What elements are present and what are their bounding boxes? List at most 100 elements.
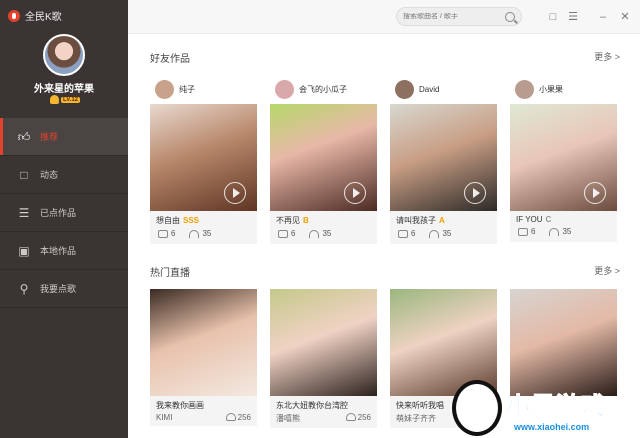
monitor-icon: ▣ xyxy=(18,243,30,258)
play-icon[interactable] xyxy=(224,182,246,204)
song-list-icon: ☰ xyxy=(18,205,30,220)
friend-work-card[interactable]: 纯子 想自由 SSS 6 35 xyxy=(150,75,257,244)
card-username: David xyxy=(419,85,440,94)
comment-count: 6 xyxy=(531,227,536,236)
sidebar-item-label: 动态 xyxy=(40,170,59,180)
microphone-icon: ⚲ xyxy=(19,281,29,296)
comment-icon xyxy=(278,229,288,238)
play-icon[interactable] xyxy=(464,182,486,204)
user-avatar[interactable] xyxy=(43,34,85,76)
app-logo-icon xyxy=(8,9,20,22)
grade-badge: SSS xyxy=(183,216,200,225)
live-cover-image[interactable] xyxy=(270,289,377,396)
comment-icon xyxy=(158,229,168,238)
live-title: 我来教你画画 xyxy=(156,401,204,410)
watermark-text: 小黑游戏 xyxy=(506,393,606,421)
card-user[interactable]: 小果果 xyxy=(510,75,617,104)
level-badge: LV.12 xyxy=(50,95,81,104)
listen-count: 35 xyxy=(202,229,212,238)
card-title: 不再见 B xyxy=(270,211,377,226)
live-card[interactable]: 东北大妞教你台湾腔 潘嘻熊 256 xyxy=(270,289,377,428)
sidebar-item-label: 已点作品 xyxy=(40,208,77,218)
song-name: 不再见 xyxy=(276,216,300,225)
sidebar-item-request-song[interactable]: ⚲ 我要点歌 xyxy=(0,270,128,308)
card-title: 请叫我孩子 A xyxy=(390,211,497,226)
app-title: 全民K歌 xyxy=(8,8,62,23)
sidebar-item-local[interactable]: ▣ 本地作品 xyxy=(0,232,128,270)
section-title: 好友作品 xyxy=(150,54,190,65)
search-icon[interactable] xyxy=(505,11,515,22)
avatar[interactable] xyxy=(515,80,534,99)
avatar[interactable] xyxy=(275,80,294,99)
card-username: 纯子 xyxy=(179,85,195,94)
sidebar-nav: 👍︎ 推荐 □ 动态 ☰ 已点作品 ▣ 本地作品 ⚲ 我要点歌 xyxy=(0,118,128,308)
watermark-url: www.xiaohei.com xyxy=(514,422,590,432)
headphones-icon xyxy=(429,229,440,238)
card-user[interactable]: David xyxy=(390,75,497,104)
sidebar-item-recommend[interactable]: 👍︎ 推荐 xyxy=(0,118,128,156)
card-user[interactable]: 会飞的小瓜子 xyxy=(270,75,377,104)
card-stats: 6 35 xyxy=(150,226,257,244)
chat-bubble-icon: □ xyxy=(20,167,28,182)
comment-count: 6 xyxy=(171,229,176,238)
viewer-count: 256 xyxy=(237,413,251,422)
panda-logo-icon xyxy=(452,380,502,436)
avatar[interactable] xyxy=(155,80,174,99)
live-meta: 潘嘻熊 256 xyxy=(270,413,377,428)
card-username: 小果果 xyxy=(539,85,563,94)
live-meta: KIMI 256 xyxy=(150,413,257,426)
message-icon[interactable]: □ xyxy=(546,10,560,24)
app-title-text: 全民K歌 xyxy=(25,12,62,23)
headphones-icon xyxy=(549,227,560,236)
grade-badge: C xyxy=(545,215,552,224)
friend-work-card[interactable]: 小果果 IF YOU C 6 35 xyxy=(510,75,617,242)
live-card[interactable]: 我来教你画画 KIMI 256 xyxy=(150,289,257,426)
username[interactable]: 外来星的苹果 xyxy=(0,80,128,95)
menu-icon[interactable]: ☰ xyxy=(566,10,580,24)
play-icon[interactable] xyxy=(584,182,606,204)
section-title: 热门直播 xyxy=(150,268,190,279)
headphones-icon xyxy=(189,229,200,238)
friend-work-card[interactable]: 会飞的小瓜子 不再见 B 6 35 xyxy=(270,75,377,244)
headphones-icon xyxy=(309,229,320,238)
listen-count: 35 xyxy=(562,227,572,236)
friend-work-card[interactable]: David 请叫我孩子 A 6 35 xyxy=(390,75,497,244)
comment-count: 6 xyxy=(291,229,296,238)
play-icon[interactable] xyxy=(344,182,366,204)
avatar[interactable] xyxy=(395,80,414,99)
live-title: 东北大妞教你台湾腔 xyxy=(276,401,348,410)
live-more-link[interactable]: 更多 > xyxy=(594,264,620,279)
listen-count: 35 xyxy=(442,229,452,238)
viewers-icon xyxy=(345,413,356,421)
card-title: IF YOU C xyxy=(510,211,617,224)
listen-count: 35 xyxy=(322,229,332,238)
level-text: LV.12 xyxy=(61,96,81,103)
live-host: KIMI xyxy=(156,413,173,422)
comment-icon xyxy=(398,229,408,238)
work-cover-image[interactable] xyxy=(270,104,377,211)
grade-badge: B xyxy=(303,216,309,225)
viewer-count: 256 xyxy=(357,413,371,422)
work-cover-image[interactable] xyxy=(390,104,497,211)
grade-badge: A xyxy=(439,216,445,225)
work-cover-image[interactable] xyxy=(510,104,617,211)
friends-more-link[interactable]: 更多 > xyxy=(594,50,620,65)
sidebar-item-label: 我要点歌 xyxy=(40,284,77,294)
sidebar-item-feed[interactable]: □ 动态 xyxy=(0,156,128,194)
card-user[interactable]: 纯子 xyxy=(150,75,257,104)
thumbs-up-icon: 👍︎ xyxy=(17,129,31,144)
sidebar: 全民K歌 外来星的苹果 LV.12 👍︎ 推荐 □ 动态 ☰ 已点作品 ▣ 本地… xyxy=(0,0,128,438)
work-cover-image[interactable] xyxy=(150,104,257,211)
live-cover-image[interactable] xyxy=(150,289,257,396)
card-stats: 6 35 xyxy=(510,224,617,242)
live-section-header: 热门直播 更多 > xyxy=(150,264,620,279)
sidebar-item-requested[interactable]: ☰ 已点作品 xyxy=(0,194,128,232)
watermark: 小黑游戏 www.xiaohei.com xyxy=(452,380,640,438)
friends-section-header: 好友作品 更多 > xyxy=(150,50,620,65)
search-input[interactable] xyxy=(403,13,503,20)
sidebar-item-label: 本地作品 xyxy=(40,246,77,256)
song-name: IF YOU xyxy=(516,215,543,224)
minimize-icon[interactable]: – xyxy=(596,10,610,24)
search-box[interactable] xyxy=(396,7,522,26)
close-icon[interactable]: ✕ xyxy=(618,10,632,24)
